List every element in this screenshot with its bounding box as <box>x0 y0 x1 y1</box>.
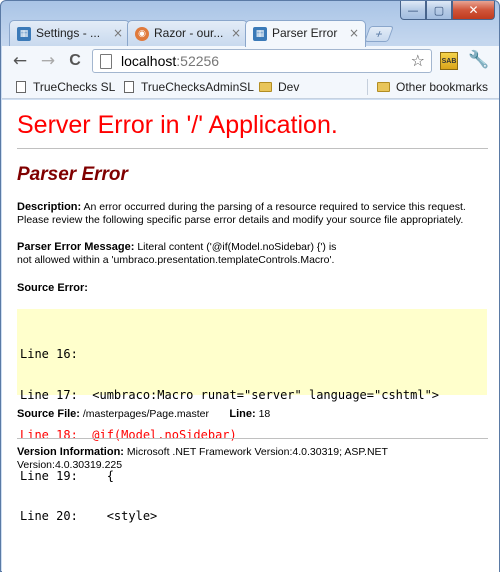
code-line: Line 20: <style> <box>20 509 158 523</box>
tab-close-icon[interactable]: × <box>113 21 123 46</box>
bookmarks-bar: TrueChecks SL TrueChecksAdminSL Dev Othe… <box>2 76 499 99</box>
tab-label: Parser Error <box>272 26 338 40</box>
folder-icon <box>377 82 390 92</box>
browser-window: — ▢ ✕ ▦ Settings - ... × ◉ Razor - our..… <box>0 0 500 572</box>
new-tab-button[interactable]: + <box>364 26 394 42</box>
description-label: Description: <box>17 201 82 213</box>
page-content: Server Error in '/' Application. Parser … <box>2 100 499 572</box>
wrench-icon[interactable]: 🔧 <box>468 50 489 70</box>
bookmark-truechecksadminsl[interactable]: TrueChecksAdminSL <box>124 76 254 98</box>
divider <box>17 438 488 439</box>
page-icon <box>16 81 26 93</box>
bookmarks-separator <box>367 79 368 95</box>
iis-icon: ▦ <box>17 27 31 41</box>
bookmark-folder-other[interactable]: Other bookmarks <box>377 76 488 98</box>
tab-parser-error[interactable]: ▦ Parser Error × <box>245 20 366 47</box>
error-message-label: Parser Error Message: <box>17 241 135 253</box>
tab-close-icon[interactable]: × <box>231 21 241 46</box>
back-button[interactable]: ← <box>10 51 30 71</box>
tab-strip: ▦ Settings - ... × ◉ Razor - our... × ▦ … <box>1 18 500 47</box>
page-icon <box>100 54 112 69</box>
bookmark-folder-dev[interactable]: Dev <box>259 76 299 98</box>
folder-icon <box>259 82 272 92</box>
error-subtitle: Parser Error <box>17 164 128 185</box>
description-block: Description: An error occurred during th… <box>17 201 492 227</box>
extension-icon[interactable]: SAB <box>440 52 458 70</box>
error-message-block: Parser Error Message: Literal content ('… <box>17 241 347 267</box>
source-code: Line 16: Line 17: <umbraco:Macro runat="… <box>20 321 439 551</box>
description-text: An error occurred during the parsing of … <box>17 201 466 226</box>
tab-settings[interactable]: ▦ Settings - ... × <box>9 20 130 46</box>
line-number: 18 <box>258 408 271 420</box>
page-icon <box>124 81 134 93</box>
divider <box>17 148 488 149</box>
line-label: Line: <box>229 408 256 420</box>
bookmark-star-icon[interactable]: ☆ <box>411 50 425 72</box>
code-line-error: Line 18: @if(Model.noSidebar) <box>20 428 237 442</box>
source-file-path: /masterpages/Page.master <box>82 408 209 420</box>
reload-button[interactable]: C <box>65 51 85 71</box>
code-line: Line 17: <umbraco:Macro runat="server" l… <box>20 387 440 402</box>
tab-razor[interactable]: ◉ Razor - our... × <box>127 20 248 46</box>
razor-icon: ◉ <box>135 27 149 41</box>
code-line: Line 16: <box>20 347 78 361</box>
toolbar: ← → C localhost:52256 ☆ SAB 🔧 <box>2 46 499 76</box>
page-title: Server Error in '/' Application. <box>17 111 338 139</box>
version-info-block: Version Information: Microsoft .NET Fram… <box>17 446 437 472</box>
source-file-block: Source File: /masterpages/Page.master Li… <box>17 408 492 421</box>
iis-icon: ▦ <box>253 27 267 41</box>
bookmark-truechecks-sl[interactable]: TrueChecks SL <box>16 76 115 98</box>
address-bar[interactable]: localhost:52256 ☆ <box>92 49 432 73</box>
source-code-box: Line 16: Line 17: <umbraco:Macro runat="… <box>17 309 487 523</box>
source-file-label: Source File: <box>17 408 80 420</box>
tab-label: Razor - our... <box>154 26 224 40</box>
url-text: localhost:52256 <box>121 53 220 69</box>
forward-button[interactable]: → <box>38 51 58 71</box>
tab-label: Settings - ... <box>36 26 101 40</box>
version-label: Version Information: <box>17 446 124 458</box>
source-error-heading: Source Error: <box>17 282 88 294</box>
tab-close-icon[interactable]: × <box>349 21 359 46</box>
